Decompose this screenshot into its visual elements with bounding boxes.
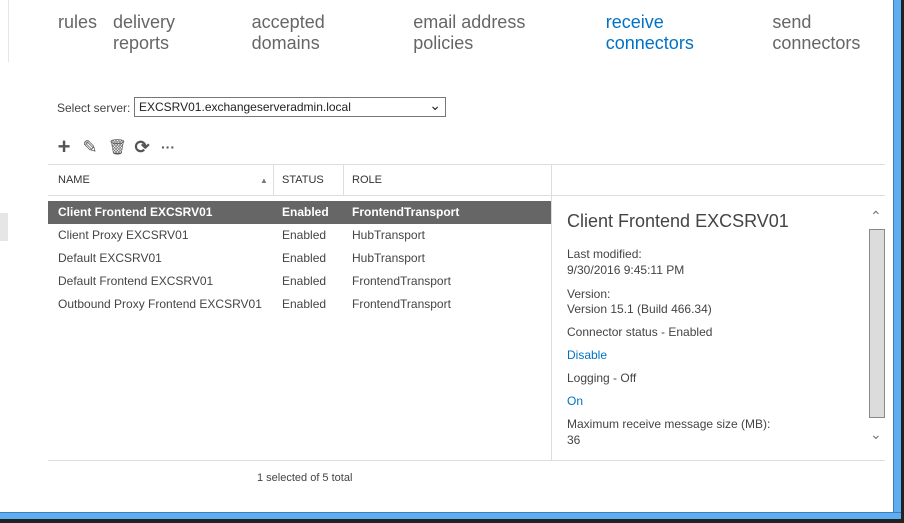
column-divider — [551, 164, 552, 196]
row-status: Enabled — [282, 297, 327, 311]
header-divider — [48, 195, 885, 196]
window-border-bottom — [0, 512, 901, 519]
header-role[interactable]: ROLE — [352, 174, 382, 186]
tab-accepted-domains[interactable]: accepted domains — [252, 12, 398, 54]
selection-count: 1 selected of 5 total — [257, 472, 353, 484]
left-nav-selection — [0, 213, 8, 241]
delete-icon[interactable]: 🗑 — [108, 138, 127, 156]
tab-rules[interactable]: rules — [58, 12, 97, 54]
row-role: HubTransport — [352, 251, 425, 265]
table-row[interactable]: Outbound Proxy Frontend EXCSRV01 Enabled… — [48, 293, 551, 316]
window-border-right — [893, 0, 901, 519]
add-icon[interactable]: + — [56, 134, 72, 160]
edit-icon[interactable]: ✎ — [82, 137, 98, 158]
tab-send-connectors[interactable]: send connectors — [772, 12, 904, 54]
table-row[interactable]: Client Frontend EXCSRV01 Enabled Fronten… — [48, 201, 551, 224]
scrollbar-thumb[interactable] — [869, 229, 885, 418]
row-name: Client Proxy EXCSRV01 — [58, 228, 189, 242]
column-divider — [343, 164, 344, 196]
row-role: FrontendTransport — [352, 297, 451, 311]
row-status: Enabled — [282, 274, 327, 288]
table-row[interactable]: Default EXCSRV01 Enabled HubTransport — [48, 247, 551, 270]
tab-email-address-policies[interactable]: email address policies — [413, 12, 590, 54]
table-row[interactable]: Default Frontend EXCSRV01 Enabled Fronte… — [48, 270, 551, 293]
row-name: Outbound Proxy Frontend EXCSRV01 — [58, 297, 262, 311]
row-name: Client Frontend EXCSRV01 — [58, 205, 213, 219]
window-edge — [0, 519, 904, 523]
table-bottom-divider — [48, 460, 885, 461]
column-divider — [273, 164, 274, 196]
chevron-down-icon: ⌄ — [429, 97, 441, 113]
table-row[interactable]: Client Proxy EXCSRV01 Enabled HubTranspo… — [48, 224, 551, 247]
version-value: Version 15.1 (Build 466.34) — [567, 302, 712, 316]
connector-status: Connector status - Enabled — [567, 325, 713, 339]
last-modified-label: Last modified: — [567, 247, 642, 261]
toolbar: + ✎ 🗑 ⟳ ··· — [56, 134, 176, 160]
refresh-icon[interactable]: ⟳ — [134, 137, 150, 158]
tab-receive-connectors[interactable]: receive connectors — [606, 12, 757, 54]
tab-delivery-reports[interactable]: delivery reports — [113, 12, 236, 54]
left-divider — [8, 0, 9, 62]
row-role: FrontendTransport — [352, 274, 451, 288]
row-status: Enabled — [282, 205, 329, 219]
logging-on-link[interactable]: On — [567, 394, 583, 408]
scroll-up-icon[interactable]: ⌃ — [870, 208, 882, 225]
details-title: Client Frontend EXCSRV01 — [567, 211, 789, 231]
last-modified-value: 9/30/2016 9:45:11 PM — [567, 263, 685, 277]
version-label: Version: — [567, 287, 611, 301]
server-select[interactable]: EXCSRV01.exchangeserveradmin.local ⌄ — [134, 97, 446, 117]
logging-status: Logging - Off — [567, 371, 637, 385]
disable-link[interactable]: Disable — [567, 348, 607, 362]
max-size-value: 36 — [567, 433, 581, 447]
row-role: FrontendTransport — [352, 205, 460, 219]
header-status[interactable]: STATUS — [282, 174, 324, 186]
row-role: HubTransport — [352, 228, 425, 242]
row-status: Enabled — [282, 228, 327, 242]
row-name: Default Frontend EXCSRV01 — [58, 274, 214, 288]
header-name[interactable]: NAME — [58, 174, 90, 186]
scroll-down-icon[interactable]: ⌄ — [870, 426, 882, 443]
details-divider — [551, 196, 552, 461]
sort-ascending-icon[interactable]: ▲ — [260, 176, 268, 185]
table-header: NAME ▲ STATUS ROLE — [48, 164, 551, 196]
server-select-value: EXCSRV01.exchangeserveradmin.local — [139, 100, 351, 114]
row-name: Default EXCSRV01 — [58, 251, 162, 265]
more-icon[interactable]: ··· — [160, 139, 176, 155]
select-server-label: Select server: — [57, 101, 131, 115]
row-status: Enabled — [282, 251, 327, 265]
max-size-label: Maximum receive message size (MB): — [567, 417, 771, 431]
tab-bar: rules delivery reports accepted domains … — [58, 12, 904, 54]
